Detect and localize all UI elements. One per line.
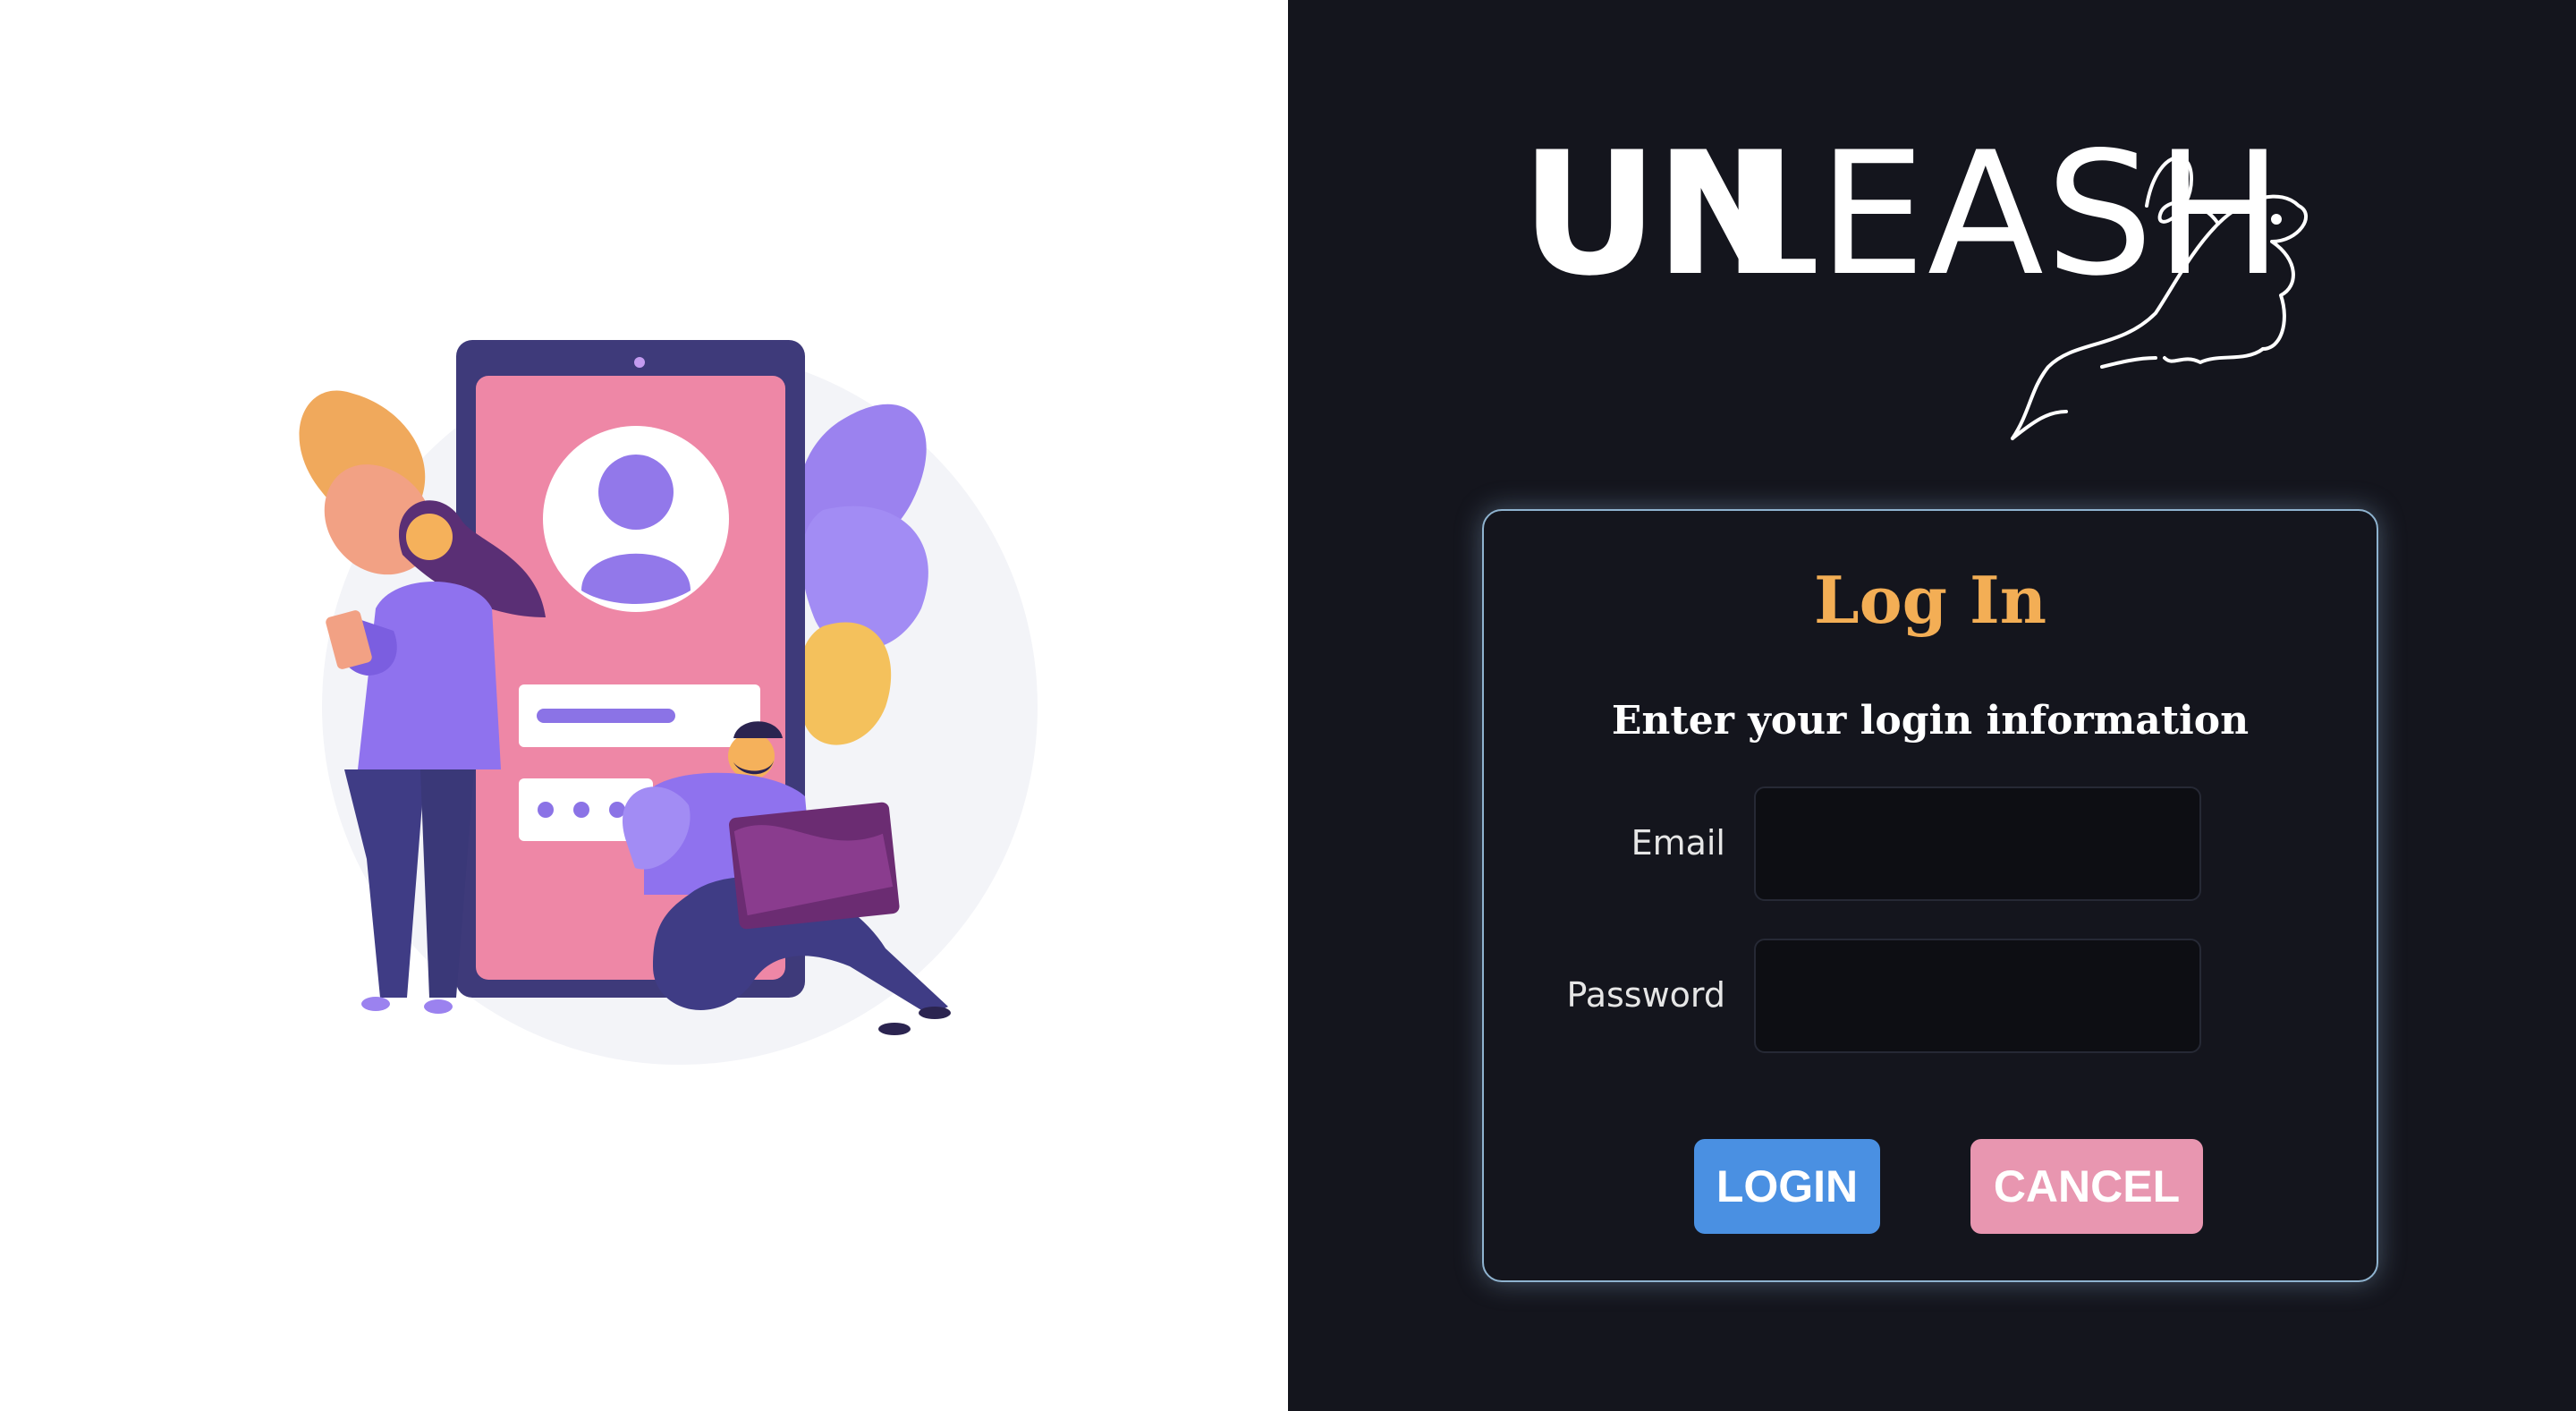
login-subtitle: Enter your login information: [1611, 698, 2250, 744]
login-button[interactable]: LOGIN: [1694, 1139, 1880, 1234]
illustration-panel: [0, 0, 1288, 1411]
password-label: Password: [1566, 975, 1726, 1015]
email-input[interactable]: [1754, 786, 2201, 901]
login-card: Log In Enter your login information Emai…: [1482, 509, 2378, 1282]
cancel-button[interactable]: CANCEL: [1970, 1139, 2203, 1234]
login-title: Log In: [1813, 562, 2047, 638]
login-illustration: [299, 340, 1038, 1065]
email-label: Email: [1631, 823, 1725, 863]
dog-mascot-icon: [2011, 156, 2308, 440]
password-input[interactable]: [1754, 939, 2201, 1053]
